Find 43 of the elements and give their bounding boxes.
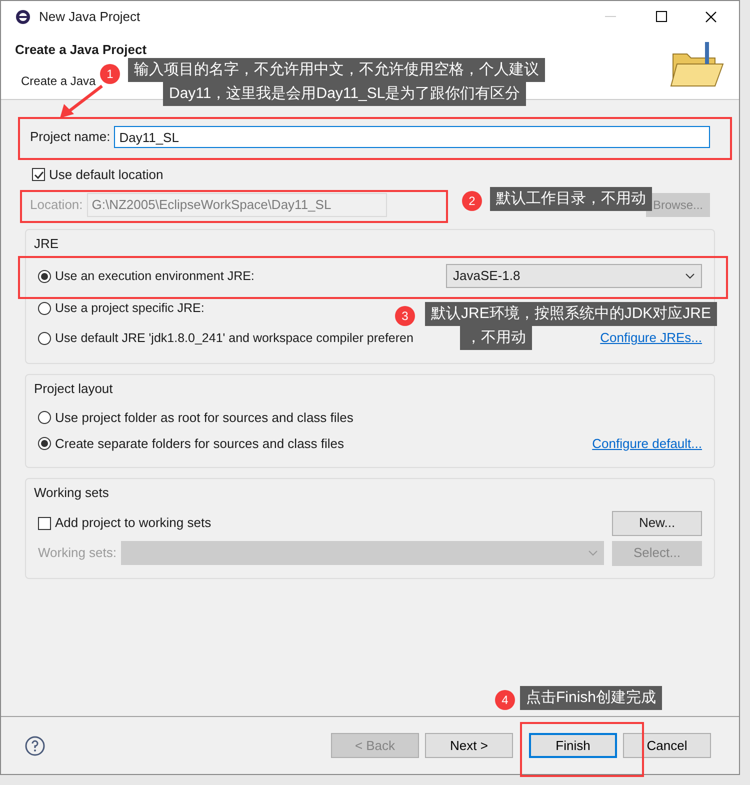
radio-button[interactable] bbox=[38, 437, 51, 450]
field-label: Project name: bbox=[30, 128, 110, 146]
group-title: JRE bbox=[34, 234, 60, 252]
radio-label: Use a project specific JRE: bbox=[55, 300, 204, 317]
callout-text: 输入项目的名字，不允许用中文，不允许使用空格，个人建议 bbox=[128, 58, 545, 82]
field-label: Location: bbox=[30, 196, 83, 214]
pointer-arrow bbox=[58, 84, 104, 120]
checkbox[interactable] bbox=[32, 168, 45, 182]
field-label: Working sets: bbox=[38, 544, 117, 562]
checkbox-label: Add project to working sets bbox=[55, 514, 212, 532]
jre-dropdown[interactable]: JavaSE-1.8 bbox=[446, 264, 702, 288]
radio-button[interactable] bbox=[38, 270, 51, 282]
dialog-button[interactable]: Cancel bbox=[623, 733, 711, 758]
configure-link[interactable]: Configure JREs... bbox=[600, 328, 702, 348]
eclipse-icon bbox=[15, 8, 31, 24]
chevron-icon bbox=[685, 273, 695, 279]
radio-label: Use project folder as root for sources and class files bbox=[55, 408, 354, 427]
callout-text: Day11，这里我是会用Day11_SL是为了跟你们有区分 bbox=[163, 82, 526, 106]
radio-label: Create separate folders for sources and class files bbox=[55, 434, 344, 453]
window-title: New Java Project bbox=[39, 8, 142, 26]
radio-label: Use default JRE 'jdk1.8.0_241' and workspace compiler preferen bbox=[55, 330, 414, 347]
radio-button[interactable] bbox=[38, 332, 51, 344]
callout-text: 默认JRE环境，按照系统中的JDK对应JRE bbox=[425, 302, 718, 326]
group-title: Working sets bbox=[34, 484, 110, 502]
radio-button[interactable] bbox=[38, 302, 51, 314]
dialog-button[interactable]: Finish bbox=[529, 733, 617, 758]
close-icon[interactable] bbox=[705, 10, 717, 22]
radio-button[interactable] bbox=[38, 411, 51, 424]
group-title: Project layout bbox=[34, 380, 114, 398]
help-icon[interactable] bbox=[25, 736, 45, 756]
checkbox-label: Use default location bbox=[49, 166, 164, 184]
radio-label: Use an execution environment JRE: bbox=[55, 268, 254, 285]
callout-text: ，不用动 bbox=[460, 326, 532, 350]
page-title: Create a Java Project bbox=[15, 41, 148, 59]
callout-text: 默认工作目录，不用动 bbox=[490, 187, 652, 211]
chevron-icon bbox=[588, 550, 598, 556]
minimize-icon bbox=[605, 16, 616, 17]
callout-text: 点击Finish创建完成 bbox=[520, 686, 662, 710]
maximize-icon[interactable] bbox=[656, 11, 667, 22]
page-description: Create a Java bbox=[21, 72, 96, 90]
configure-link[interactable]: Configure default... bbox=[592, 434, 702, 454]
project-name-field[interactable]: Day11_SL bbox=[114, 126, 710, 148]
dialog-button[interactable]: Next > bbox=[425, 733, 513, 758]
